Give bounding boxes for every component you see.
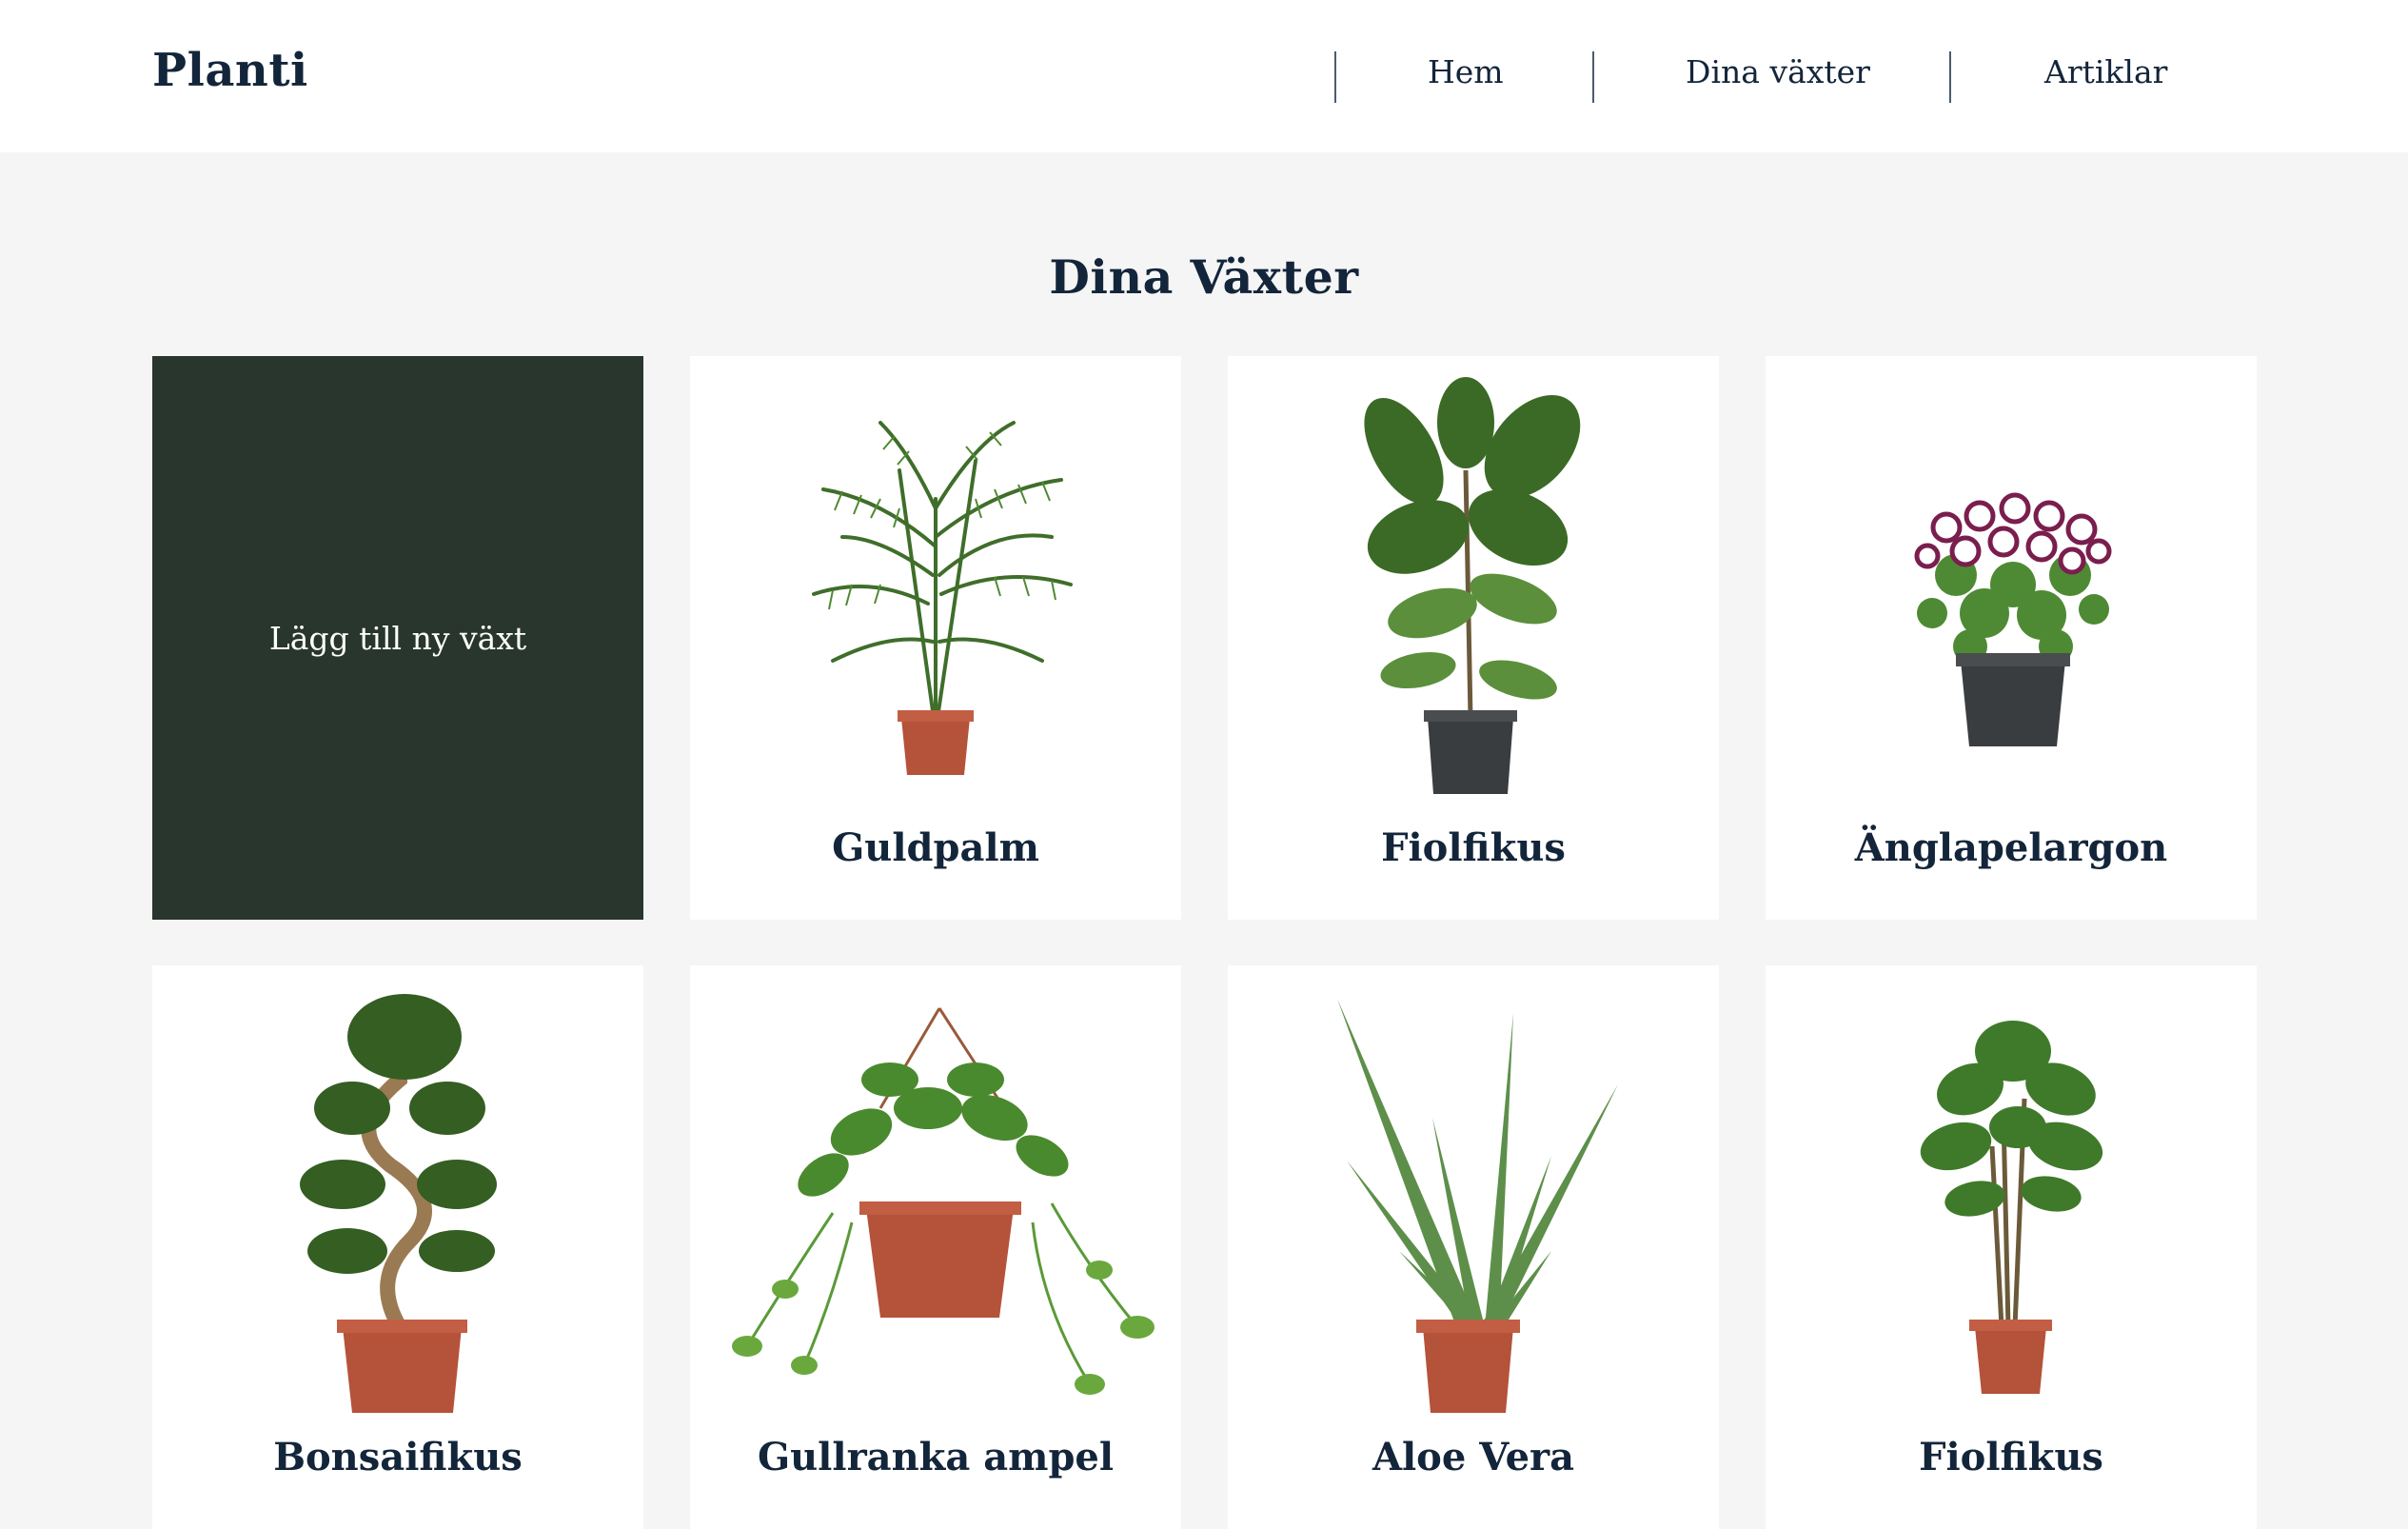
plant-name: Guldpalm: [832, 825, 1039, 870]
plant-card-guldpalm[interactable]: Guldpalm: [690, 356, 1181, 920]
plant-name: Bonsaifikus: [273, 1435, 523, 1479]
plant-name: Fiolfikus: [1919, 1435, 2103, 1479]
plant-card-anglapelargon[interactable]: Änglapelargon: [1766, 356, 2257, 920]
main-nav: Hem Dina växter Artiklar: [0, 0, 2408, 152]
plant-name: Aloe Vera: [1372, 1435, 1575, 1479]
palm-plant-image: [812, 421, 1073, 775]
fiddle-leaf-fig-image: [1364, 377, 1581, 794]
bonsai-image: [300, 994, 497, 1413]
add-plant-card[interactable]: Lägg till ny växt: [152, 356, 643, 920]
plant-name: Änglapelargon: [1854, 825, 2168, 870]
plant-name: Gullranka ampel: [757, 1435, 1115, 1479]
aloe-vera-image: [1337, 999, 1618, 1413]
plant-name: Fiolfikus: [1381, 825, 1566, 870]
nav-my-plants-link[interactable]: Dina växter: [1686, 53, 1870, 90]
plant-card-gullranka-ampel[interactable]: Gullranka ampel: [690, 965, 1181, 1529]
plant-card-fiolfikus[interactable]: Fiolfikus: [1766, 965, 2257, 1529]
nav-articles-link[interactable]: Artiklar: [2044, 53, 2167, 90]
plant-card-bonsaifikus[interactable]: Bonsaifikus: [152, 965, 643, 1529]
nav-home-link[interactable]: Hem: [1428, 53, 1504, 90]
pothos-hanging-image: [732, 1007, 1155, 1395]
add-plant-label: Lägg till ny växt: [268, 619, 527, 657]
site-header: Planti Hem Dina växter Artiklar: [0, 0, 2408, 152]
nav-divider: [1592, 51, 1594, 103]
pelargonium-image: [1914, 492, 2112, 746]
plant-card-aloe-vera[interactable]: Aloe Vera: [1228, 965, 1719, 1529]
page-title: Dina Växter: [1049, 249, 1359, 305]
fiddle-leaf-fig-image: [1920, 1021, 2103, 1394]
nav-divider: [1949, 51, 1951, 103]
plant-card-fiolfikus[interactable]: Fiolfikus: [1228, 356, 1719, 920]
nav-divider: [1334, 51, 1336, 103]
